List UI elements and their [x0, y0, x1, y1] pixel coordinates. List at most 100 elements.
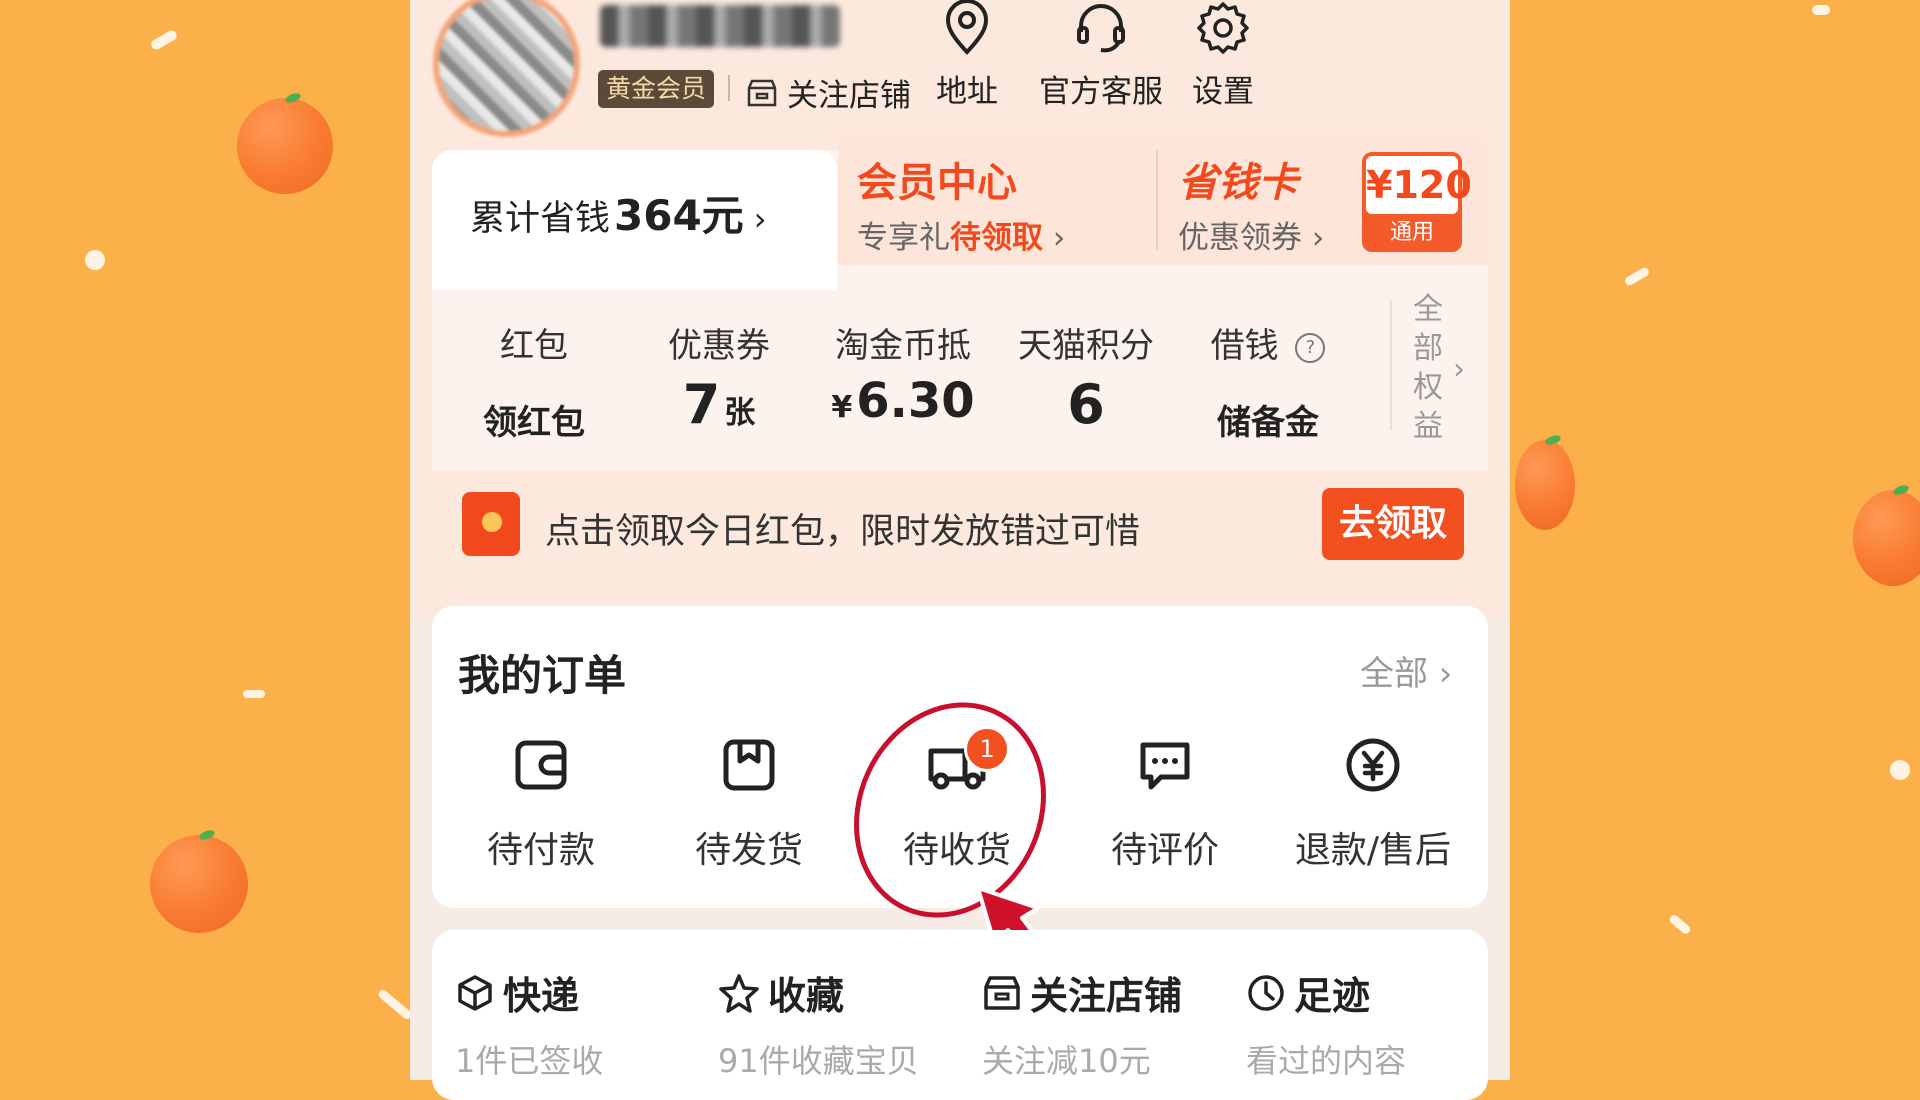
shortcut-subtitle: 看过的内容: [1246, 1042, 1407, 1080]
orders-view-all-link[interactable]: 全部 ›: [1360, 646, 1452, 695]
box-icon: [723, 739, 775, 791]
stat-value-wrap: ¥6.30: [818, 373, 988, 429]
shortcut-subtitle: 91件收藏宝贝: [718, 1042, 919, 1080]
settings-label: 设置: [1192, 74, 1254, 110]
stat-value: 6: [1067, 373, 1105, 436]
shortcut-favorites[interactable]: 收藏 91件收藏宝贝: [718, 965, 948, 1082]
package-icon: [458, 974, 492, 1011]
snow-speck: [1812, 5, 1830, 15]
stat-unit: 张: [724, 395, 756, 431]
vip-sub-highlight: 待领取: [950, 220, 1043, 256]
order-label: 退款/售后: [1294, 830, 1452, 871]
snow-speck: [243, 690, 265, 698]
headset-icon: [1077, 4, 1125, 53]
stat-value: 6.30: [856, 373, 975, 429]
location-pin-icon: [945, 0, 989, 55]
address-label: 地址: [936, 74, 998, 110]
shortcut-followed-stores[interactable]: 关注店铺 关注减10元: [982, 965, 1212, 1082]
snow-speck: [376, 988, 414, 1021]
red-packet-text: 点击领取今日红包，限时发放错过可惜: [545, 512, 1141, 552]
all-rights-link[interactable]: 全 部 权 益: [1410, 290, 1446, 446]
save-card-subtitle[interactable]: 优惠领券 ›: [1178, 212, 1324, 257]
shortcut-title: 快递: [503, 974, 580, 1018]
coupon-label: 通用: [1389, 220, 1434, 245]
stat-tmall-points[interactable]: 天猫积分 6: [1001, 318, 1171, 436]
chevron-right-icon: ›: [1052, 220, 1066, 256]
address-button[interactable]: 地址: [902, 0, 1032, 111]
divider: [1390, 300, 1392, 430]
shortcut-title: 收藏: [768, 974, 845, 1018]
stat-label-wrap: 借钱 ?: [1183, 318, 1353, 367]
snow-speck: [85, 250, 105, 270]
order-label: 待评价: [1110, 830, 1219, 871]
stat-currency: ¥: [831, 390, 853, 425]
all-rights-char: 益: [1413, 409, 1443, 444]
stat-value: 领红包: [483, 403, 585, 443]
red-packet-icon: [462, 492, 520, 556]
all-rights-char: 权: [1413, 370, 1443, 405]
shortcut-express[interactable]: 快递 1件已签收: [455, 965, 685, 1082]
order-label: 待付款: [486, 830, 595, 871]
coupon-amount: ¥120: [1366, 156, 1472, 214]
orders-title: 我的订单: [458, 651, 627, 700]
snow-speck: [1667, 913, 1693, 936]
shortcut-title: 关注店铺: [1030, 974, 1183, 1018]
stat-coupons[interactable]: 优惠券 7张: [634, 318, 804, 436]
shortcut-history[interactable]: 足迹 看过的内容: [1246, 965, 1476, 1082]
help-icon[interactable]: ?: [1295, 332, 1326, 363]
star-icon: [719, 973, 759, 1013]
divider: [1156, 150, 1158, 250]
follow-store-link[interactable]: 关注店铺: [745, 70, 911, 115]
stat-value-wrap: 7张: [634, 373, 804, 436]
stat-value-wrap: 6: [1001, 373, 1171, 436]
vip-sub-prefix: 专享礼: [857, 220, 950, 256]
wallet-icon: [515, 740, 567, 790]
snow-speck: [1623, 266, 1651, 287]
savings-amount: 364元: [614, 191, 744, 240]
total-savings-link[interactable]: 累计省钱 364元 ›: [470, 182, 766, 243]
stat-label: 淘金币抵: [835, 326, 971, 366]
customer-service-label: 官方客服: [1039, 74, 1163, 110]
stat-gold-coins[interactable]: 淘金币抵 ¥6.30: [818, 318, 988, 429]
snow-speck: [1890, 760, 1910, 780]
stat-red-packet[interactable]: 红包 领红包: [449, 318, 619, 444]
savings-prefix: 累计省钱: [470, 199, 611, 239]
store-icon: [984, 975, 1020, 1010]
stat-label: 天猫积分: [1018, 326, 1154, 366]
stat-value: 储备金: [1217, 403, 1319, 443]
stat-label: 借钱: [1210, 326, 1279, 366]
username-blurred: [600, 5, 840, 47]
orange-decoration: [150, 835, 248, 933]
vip-center-subtitle[interactable]: 专享礼待领取 ›: [857, 212, 1065, 257]
divider: [728, 75, 730, 101]
orange-decoration: [237, 98, 333, 194]
clock-icon: [1248, 974, 1284, 1011]
member-badge[interactable]: 黄金会员: [598, 70, 715, 108]
shortcut-title: 足迹: [1294, 974, 1371, 1018]
settings-button[interactable]: 设置: [1158, 0, 1288, 111]
order-pending-shipment[interactable]: 待发货: [654, 735, 844, 873]
orange-decoration: [1515, 440, 1575, 530]
claim-red-packet-button[interactable]: 去领取: [1322, 488, 1464, 560]
save-card-title[interactable]: 省钱卡: [1178, 150, 1298, 208]
refund-yen-icon: [1346, 738, 1400, 792]
shortcut-subtitle: 关注减10元: [982, 1042, 1151, 1080]
snow-speck: [149, 28, 179, 52]
order-pending-payment[interactable]: 待付款: [446, 735, 636, 873]
vip-center-title[interactable]: 会员中心: [857, 150, 1017, 208]
stat-label: 红包: [500, 326, 568, 366]
order-refund-aftersale[interactable]: 退款/售后: [1278, 735, 1468, 873]
stat-borrow[interactable]: 借钱 ? 储备金: [1183, 318, 1353, 444]
stat-label: 优惠券: [668, 326, 770, 366]
gear-icon: [1197, 2, 1249, 54]
coupon-badge[interactable]: ¥120 通用: [1362, 152, 1472, 252]
orange-decoration: [1853, 490, 1920, 586]
stat-value: 7: [682, 373, 721, 436]
all-rights-char: 全: [1413, 292, 1443, 327]
store-icon: [747, 79, 777, 106]
follow-store-label: 关注店铺: [787, 78, 911, 114]
order-pending-review[interactable]: 待评价: [1070, 735, 1260, 873]
chevron-right-icon: ›: [1453, 352, 1465, 387]
chevron-right-icon: ›: [753, 200, 767, 238]
customer-service-button[interactable]: 官方客服: [1036, 0, 1166, 111]
